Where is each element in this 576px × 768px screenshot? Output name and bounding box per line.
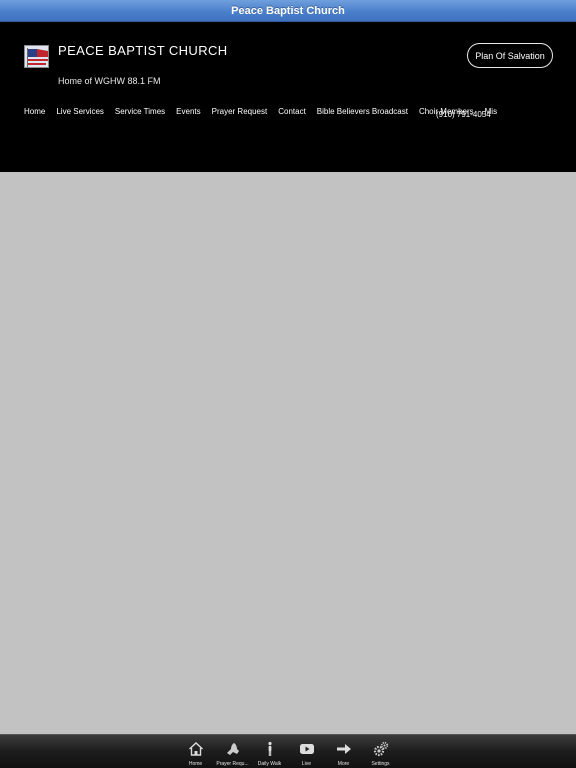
site-title[interactable]: PEACE BAPTIST CHURCH [58,43,228,58]
video-play-icon [298,740,316,758]
site-nav: Home Live Services Service Times Events … [24,107,497,121]
tab-label: Prayer Requ... [216,761,249,767]
tab-home[interactable]: Home [177,735,214,768]
gears-icon [372,740,390,758]
nav-item-live-services[interactable]: Live Services [56,107,104,121]
church-logo-flag-icon[interactable] [24,45,49,68]
tab-daily-walk[interactable]: Daily Walk [251,735,288,768]
app-title-bar: Peace Baptist Church [0,0,576,22]
web-content-area [0,172,576,734]
nav-item-bible-believers-broadcast[interactable]: Bible Believers Broadcast [317,107,408,121]
nav-item-home[interactable]: Home [24,107,45,121]
tab-label: Live [301,761,312,767]
site-header: PEACE BAPTIST CHURCH Home of WGHW 88.1 F… [0,22,576,172]
app-title: Peace Baptist Church [231,4,345,17]
praying-hands-icon [224,740,242,758]
tab-label: Daily Walk [257,761,282,767]
tab-prayer-requests[interactable]: Prayer Requ... [214,735,251,768]
site-subtitle: Home of WGHW 88.1 FM [58,76,161,86]
tab-settings[interactable]: Settings [362,735,399,768]
tab-label: Home [188,761,203,767]
tab-live[interactable]: Live [288,735,325,768]
nav-item-service-times[interactable]: Service Times [115,107,165,121]
arrow-right-icon [335,740,353,758]
tab-label: More [337,761,350,767]
tab-label: Settings [371,761,390,767]
phone-number[interactable]: (910) 791-4054 [436,110,491,119]
plan-of-salvation-button[interactable]: Plan Of Salvation [467,43,553,68]
nav-item-prayer-request[interactable]: Prayer Request [212,107,268,121]
bottom-tab-bar: Home Prayer Requ... Daily Walk Live More… [0,734,576,768]
person-walking-icon [261,740,279,758]
nav-item-events[interactable]: Events [176,107,200,121]
tab-more[interactable]: More [325,735,362,768]
house-icon [187,740,205,758]
nav-item-contact[interactable]: Contact [278,107,306,121]
